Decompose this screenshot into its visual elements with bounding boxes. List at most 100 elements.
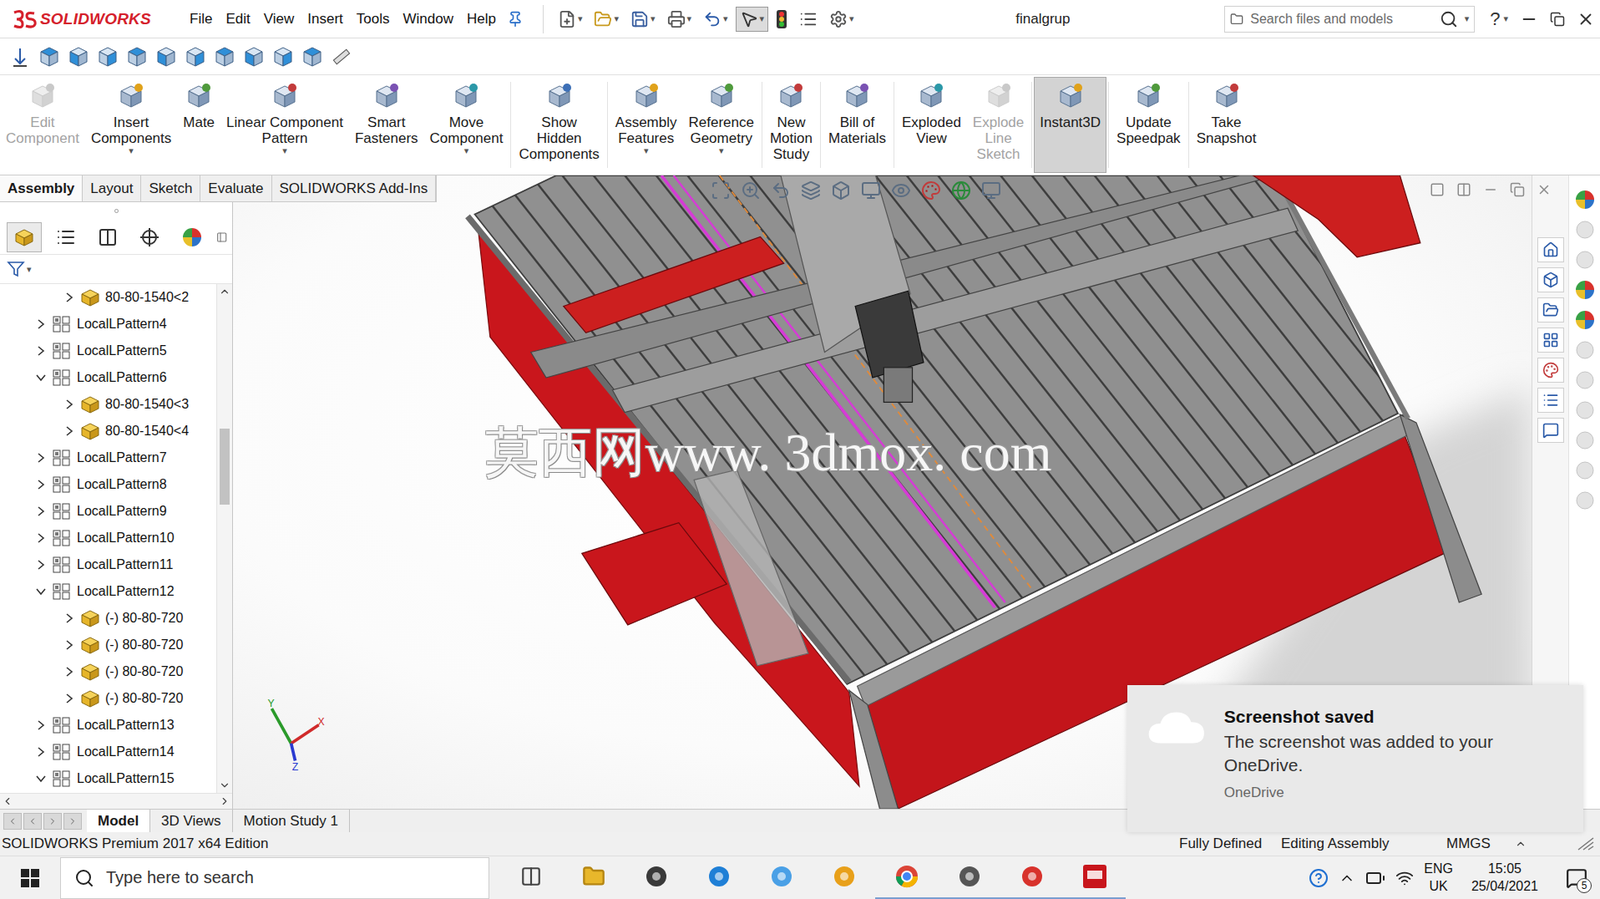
expand-chevron-icon[interactable] [35,318,47,330]
scroll-thumb[interactable] [219,428,230,506]
ribbon-button[interactable]: Instant3D [1033,76,1107,173]
tile-icon[interactable] [1429,182,1445,198]
network-icon[interactable] [1395,868,1414,887]
expand-chevron-icon[interactable] [35,531,47,544]
tree-item[interactable]: LocalLPattern7 [0,444,217,471]
appearance-icon[interactable] [1574,369,1596,391]
tree-item[interactable]: LocalLPattern8 [0,470,217,498]
solidworks-logo[interactable]: SOLIDWORKS [11,9,183,30]
tree-item[interactable]: LocalLPattern9 [0,497,217,525]
view-tool-icon[interactable] [800,180,821,201]
collapse-chevron-icon[interactable] [35,772,47,785]
close-icon[interactable] [1576,10,1595,29]
status-expand-icon[interactable] [1514,837,1527,850]
appearance-icon[interactable] [1574,459,1596,482]
task-pane-button[interactable] [1537,297,1565,323]
view-orientation-icon[interactable] [96,45,120,69]
viewport-close-icon[interactable] [1536,182,1552,198]
taskbar-app[interactable] [624,855,688,899]
scroll-left-icon[interactable] [1,794,14,807]
view-tool-icon[interactable] [740,180,761,201]
split-icon[interactable] [1456,182,1472,198]
options-button[interactable]: ▾ [825,6,859,32]
tree-item[interactable]: (-) 80-80-720 [0,658,217,685]
tree-item[interactable]: 80-80-1540<4 [0,417,217,445]
expand-chevron-icon[interactable] [35,451,47,464]
ribbon-button[interactable]: New Motion Study [764,76,819,173]
menu-item[interactable]: Tools [349,7,397,31]
appearance-icon[interactable] [1574,308,1596,331]
measure-icon[interactable] [329,45,354,69]
viewport-minimize-icon[interactable] [1483,182,1499,198]
tree-item[interactable]: (-) 80-80-720 [0,631,217,659]
tree-item[interactable]: (-) 80-80-720 [0,684,217,712]
command-tab[interactable]: Layout [82,175,142,202]
taskbar-app[interactable] [937,855,1001,899]
taskbar-app[interactable] [499,855,563,899]
view-tool-icon[interactable] [981,180,1002,201]
tab-nav-button[interactable] [63,812,82,830]
expand-chevron-icon[interactable] [63,638,76,651]
model-tab[interactable]: Motion Study 1 [232,809,350,832]
file-properties-button[interactable] [794,6,822,32]
tree-item[interactable]: 80-80-1540<3 [0,390,217,418]
tree-item[interactable]: LocalLPattern15 [0,764,217,792]
dimxpert-tab[interactable] [131,222,168,253]
ribbon-button[interactable]: Mate [177,76,221,173]
taskbar-app[interactable] [875,855,938,899]
configuration-tab[interactable] [90,222,126,253]
search-field[interactable]: Search files and models▾ [1224,5,1475,33]
quick-access-button[interactable]: ▾ [698,6,733,32]
tree-item[interactable]: LocalLPattern10 [0,524,217,552]
tab-nav-button[interactable] [23,812,42,830]
expand-chevron-icon[interactable] [63,398,76,411]
tree-item[interactable]: LocalLPattern5 [0,337,217,365]
task-pane-button[interactable] [1537,417,1565,443]
view-orientation-icon[interactable] [125,45,149,69]
view-orientation-icon[interactable] [66,45,91,69]
expand-chevron-icon[interactable] [63,291,76,304]
command-tab[interactable]: SOLIDWORKS Add-Ins [272,175,437,202]
ribbon-button[interactable]: Insert Components▾ [85,76,178,173]
collapse-chevron-icon[interactable] [35,585,47,598]
task-pane-button[interactable] [1537,357,1565,383]
quick-access-button[interactable]: ▾ [735,6,770,32]
task-pane-button[interactable] [1537,387,1565,413]
expand-chevron-icon[interactable] [63,692,76,704]
quick-access-button[interactable]: ▾ [589,6,623,32]
start-button[interactable] [0,855,61,899]
expand-chevron-icon[interactable] [35,478,47,491]
menu-item[interactable]: View [257,7,302,31]
expand-chevron-icon[interactable] [35,344,47,357]
tree-item[interactable]: (-) 80-80-720 [0,604,217,632]
view-orientation-icon[interactable] [300,45,325,69]
show-hidden-icons-icon[interactable] [1338,869,1356,887]
horizontal-scrollbar[interactable] [0,792,233,809]
appearance-icon[interactable] [1574,339,1596,361]
collapse-chevron-icon[interactable] [35,371,47,384]
ribbon-button[interactable]: Reference Geometry▾ [683,76,760,173]
tree-item[interactable]: LocalLPattern11 [0,551,217,578]
view-orientation-icon[interactable] [212,45,237,69]
tab-nav-button[interactable] [3,812,22,830]
tree-item[interactable]: 80-80-1540<2 [0,283,217,311]
pin-button[interactable] [502,7,528,31]
expand-chevron-icon[interactable] [63,425,76,437]
ribbon-button[interactable]: Assembly Features▾ [609,76,684,173]
menu-item[interactable]: File [182,7,219,31]
task-pane-button[interactable] [1537,237,1565,263]
quick-access-button[interactable]: ▾ [626,6,660,32]
view-orientation-icon[interactable] [37,45,61,69]
expand-chevron-icon[interactable] [35,718,47,731]
ribbon-button[interactable]: Update Speedpak [1110,76,1187,173]
view-tool-icon[interactable] [830,180,851,201]
appearance-icon[interactable] [1574,399,1596,421]
taskbar-search[interactable]: Type here to search [60,856,490,899]
rebuild-button[interactable] [771,5,792,33]
task-pane-button[interactable] [1537,267,1565,293]
view-tool-icon[interactable] [860,180,882,201]
expand-chevron-icon[interactable] [63,612,76,624]
ribbon-button[interactable]: Take Snapshot [1190,76,1263,173]
view-tool-icon[interactable] [951,180,972,201]
appearance-icon[interactable] [1574,218,1596,241]
